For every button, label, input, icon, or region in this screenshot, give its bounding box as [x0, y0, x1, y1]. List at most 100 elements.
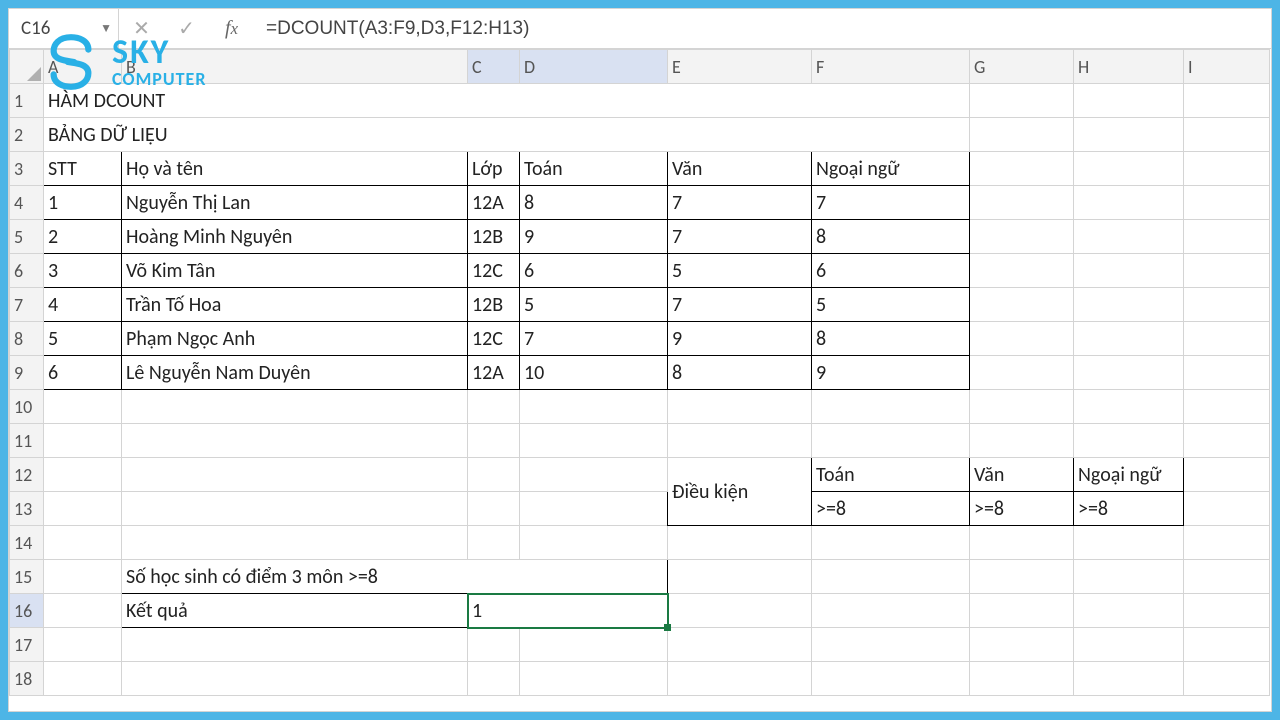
cell[interactable] — [970, 662, 1074, 696]
cell[interactable] — [812, 628, 970, 662]
cell[interactable] — [44, 458, 122, 492]
cell-stt[interactable]: 4 — [44, 288, 122, 322]
name-box-dropdown-icon[interactable]: ▼ — [100, 21, 112, 36]
criteria-v2[interactable]: >=8 — [970, 492, 1074, 526]
cell-lang[interactable]: 8 — [812, 322, 970, 356]
cell[interactable] — [970, 84, 1074, 118]
row-header[interactable]: 14 — [10, 526, 44, 560]
cell-class[interactable]: 12C — [468, 254, 520, 288]
hdr-math[interactable]: Toán — [520, 152, 668, 186]
cell[interactable] — [1074, 186, 1184, 220]
cell-class[interactable]: 12B — [468, 220, 520, 254]
row-header[interactable]: 12 — [10, 458, 44, 492]
cell[interactable] — [1184, 152, 1270, 186]
cell[interactable] — [1184, 356, 1270, 390]
cell[interactable] — [122, 424, 468, 458]
cell-math[interactable]: 7 — [520, 322, 668, 356]
criteria-h1[interactable]: Toán — [812, 458, 970, 492]
col-H[interactable]: H — [1074, 50, 1184, 84]
cell[interactable] — [970, 322, 1074, 356]
cell-lit[interactable]: 5 — [668, 254, 812, 288]
cell[interactable] — [970, 186, 1074, 220]
cell-lit[interactable]: 7 — [668, 288, 812, 322]
cell-class[interactable]: 12B — [468, 288, 520, 322]
cell[interactable] — [122, 662, 468, 696]
row-header[interactable]: 11 — [10, 424, 44, 458]
cell[interactable] — [1184, 424, 1270, 458]
cell[interactable] — [970, 560, 1074, 594]
cell-math[interactable]: 9 — [520, 220, 668, 254]
cell[interactable] — [812, 594, 970, 628]
cell[interactable] — [970, 288, 1074, 322]
criteria-h3[interactable]: Ngoại ngữ — [1074, 458, 1184, 492]
col-E[interactable]: E — [668, 50, 812, 84]
cell[interactable] — [44, 526, 122, 560]
col-F[interactable]: F — [812, 50, 970, 84]
col-I[interactable]: I — [1184, 50, 1270, 84]
col-D[interactable]: D — [520, 50, 668, 84]
hdr-name[interactable]: Họ và tên — [122, 152, 468, 186]
cell-stt[interactable]: 3 — [44, 254, 122, 288]
row-header[interactable]: 4 — [10, 186, 44, 220]
cell[interactable] — [1074, 152, 1184, 186]
cell[interactable] — [1184, 186, 1270, 220]
row-header[interactable]: 10 — [10, 390, 44, 424]
title-sub[interactable]: BẢNG DỮ LIỆU — [44, 118, 970, 152]
cell-lang[interactable]: 6 — [812, 254, 970, 288]
select-all-corner[interactable] — [10, 50, 44, 84]
cell[interactable] — [1184, 662, 1270, 696]
fx-icon[interactable]: fx — [209, 9, 254, 48]
row-header[interactable]: 1 — [10, 84, 44, 118]
cell[interactable] — [468, 424, 520, 458]
cell[interactable] — [1184, 118, 1270, 152]
cell[interactable] — [520, 628, 668, 662]
cell[interactable] — [970, 526, 1074, 560]
cell[interactable] — [1184, 458, 1270, 492]
cell-class[interactable]: 12C — [468, 322, 520, 356]
row-header[interactable]: 5 — [10, 220, 44, 254]
result-label[interactable]: Kết quả — [122, 594, 468, 628]
cell-name[interactable]: Trần Tố Hoa — [122, 288, 468, 322]
cell[interactable] — [1074, 118, 1184, 152]
cell-lang[interactable]: 7 — [812, 186, 970, 220]
cell[interactable] — [970, 220, 1074, 254]
enter-icon[interactable]: ✓ — [164, 9, 209, 48]
cell[interactable] — [122, 458, 468, 492]
cell[interactable] — [668, 594, 812, 628]
cell-lit[interactable]: 7 — [668, 186, 812, 220]
cell[interactable] — [1074, 84, 1184, 118]
hdr-lang[interactable]: Ngoại ngữ — [812, 152, 970, 186]
cell-stt[interactable]: 6 — [44, 356, 122, 390]
cell[interactable] — [44, 560, 122, 594]
cell[interactable] — [970, 424, 1074, 458]
formula-input[interactable] — [254, 9, 1271, 48]
cell[interactable] — [668, 662, 812, 696]
cell[interactable] — [1184, 220, 1270, 254]
cell[interactable] — [970, 152, 1074, 186]
row-header[interactable]: 8 — [10, 322, 44, 356]
cell[interactable] — [668, 390, 812, 424]
cell[interactable] — [1184, 526, 1270, 560]
cell[interactable] — [668, 526, 812, 560]
cell[interactable] — [468, 492, 520, 526]
cell[interactable] — [122, 390, 468, 424]
cell[interactable] — [1074, 526, 1184, 560]
cell-stt[interactable]: 2 — [44, 220, 122, 254]
result-value[interactable]: 1 — [468, 594, 668, 628]
cancel-icon[interactable]: ✕ — [119, 9, 164, 48]
cell[interactable] — [970, 390, 1074, 424]
cell[interactable] — [1074, 220, 1184, 254]
row-header[interactable]: 9 — [10, 356, 44, 390]
cell-math[interactable]: 6 — [520, 254, 668, 288]
cell[interactable] — [1184, 322, 1270, 356]
cell[interactable] — [468, 526, 520, 560]
cell[interactable] — [812, 390, 970, 424]
criteria-v3[interactable]: >=8 — [1074, 492, 1184, 526]
criteria-v1[interactable]: >=8 — [812, 492, 970, 526]
cell[interactable] — [970, 254, 1074, 288]
cell[interactable] — [1074, 424, 1184, 458]
cell-name[interactable]: Nguyễn Thị Lan — [122, 186, 468, 220]
cell-lit[interactable]: 7 — [668, 220, 812, 254]
cell-stt[interactable]: 1 — [44, 186, 122, 220]
cell-lit[interactable]: 8 — [668, 356, 812, 390]
